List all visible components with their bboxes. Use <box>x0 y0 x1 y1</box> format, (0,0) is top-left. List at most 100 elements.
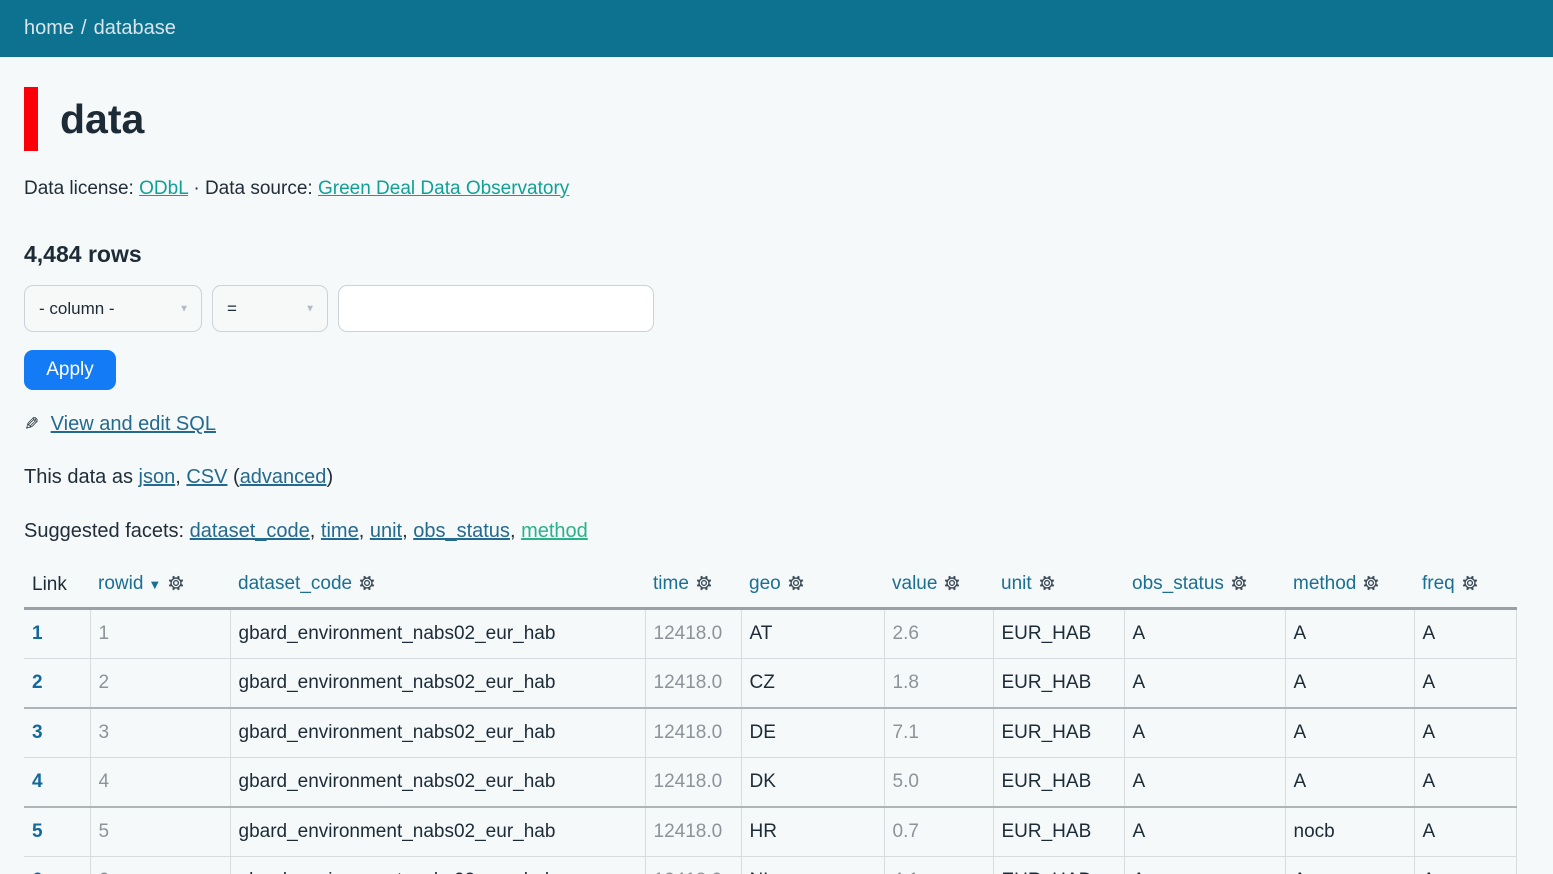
column-header-link-geo[interactable]: geo <box>749 573 781 594</box>
cell-link: 2 <box>24 658 91 709</box>
row-link[interactable]: 2 <box>32 672 43 693</box>
column-header-link: Link <box>24 568 90 610</box>
column-cog-icon[interactable] <box>1363 575 1379 597</box>
page-title: data <box>24 87 1529 151</box>
row-link[interactable]: 5 <box>32 821 43 842</box>
export-paren-open: ( <box>227 466 240 488</box>
chevron-down-icon: ▼ <box>305 303 315 314</box>
column-header-link-obs_status[interactable]: obs_status <box>1132 573 1224 594</box>
column-cog-icon[interactable] <box>1039 575 1055 597</box>
column-header-unit: unit <box>993 568 1124 610</box>
column-select[interactable]: - column - ▼ <box>24 285 202 332</box>
column-cog-icon[interactable] <box>696 575 712 597</box>
column-header-link-unit[interactable]: unit <box>1001 573 1032 594</box>
column-cog-icon[interactable] <box>944 575 960 597</box>
column-cog-icon[interactable] <box>1231 575 1247 597</box>
facet-link-time[interactable]: time <box>321 520 359 542</box>
cell-obs_status: A <box>1124 856 1286 874</box>
cell-freq: A <box>1414 708 1517 758</box>
breadcrumb-home[interactable]: home <box>24 17 74 40</box>
cell-dataset_code: gbard_environment_nabs02_eur_hab <box>230 708 646 758</box>
cell-value: 2.6 <box>884 608 994 659</box>
cell-freq: A <box>1414 608 1517 659</box>
pencil-icon: ✎ <box>24 414 40 434</box>
cell-unit: EUR_HAB <box>993 856 1125 874</box>
table-row: 5 5 gbard_environment_nabs02_eur_hab 12418.… <box>24 807 1517 857</box>
cell-geo: AT <box>741 608 885 659</box>
cell-link: 3 <box>24 708 91 758</box>
column-cog-icon[interactable] <box>168 575 184 597</box>
export-json-link[interactable]: json <box>139 466 176 488</box>
export-advanced-link[interactable]: advanced <box>240 466 327 488</box>
column-header-link-rowid[interactable]: rowid <box>98 573 143 594</box>
facets-prefix: Suggested facets: <box>24 520 190 542</box>
cell-value: 5.0 <box>884 757 994 808</box>
cell-unit: EUR_HAB <box>993 658 1125 709</box>
cell-dataset_code: gbard_environment_nabs02_eur_hab <box>230 757 646 808</box>
cell-unit: EUR_HAB <box>993 807 1125 857</box>
row-count: 4,484 rows <box>24 241 142 267</box>
license-link[interactable]: ODbL <box>139 178 188 199</box>
row-link[interactable]: 1 <box>32 623 43 644</box>
cell-value: 4.1 <box>884 856 994 874</box>
export-csv-link[interactable]: CSV <box>186 466 227 488</box>
column-header-link-value[interactable]: value <box>892 573 937 594</box>
row-link[interactable]: 6 <box>32 870 43 874</box>
column-select-value: - column - <box>39 298 115 318</box>
table-row: 4 4 gbard_environment_nabs02_eur_hab 12418.… <box>24 757 1517 808</box>
cell-obs_status: A <box>1124 708 1286 758</box>
meta-dot: · <box>193 178 200 199</box>
export-separator: , <box>175 466 187 488</box>
cell-time: 12418.0 <box>645 856 742 874</box>
cell-freq: A <box>1414 807 1517 857</box>
cell-unit: EUR_HAB <box>993 757 1125 808</box>
cell-dataset_code: gbard_environment_nabs02_eur_hab <box>230 856 646 874</box>
cell-unit: EUR_HAB <box>993 608 1125 659</box>
facet-link-unit[interactable]: unit <box>370 520 402 542</box>
column-header-link-freq[interactable]: freq <box>1422 573 1455 594</box>
cell-rowid: 4 <box>90 757 231 808</box>
column-header-link-time[interactable]: time <box>653 573 689 594</box>
table-row: 2 2 gbard_environment_nabs02_eur_hab 12418.… <box>24 658 1517 709</box>
facet-link-obs_status[interactable]: obs_status <box>413 520 510 542</box>
cell-time: 12418.0 <box>645 608 742 659</box>
column-cog-icon[interactable] <box>1462 575 1478 597</box>
facet-link-dataset_code[interactable]: dataset_code <box>190 520 310 542</box>
cell-obs_status: A <box>1124 757 1286 808</box>
breadcrumb-database[interactable]: database <box>94 17 176 40</box>
source-link[interactable]: Green Deal Data Observatory <box>318 178 569 199</box>
breadcrumb-separator: / <box>81 17 87 39</box>
row-link[interactable]: 3 <box>32 722 43 743</box>
cell-method: A <box>1285 658 1415 709</box>
cell-freq: A <box>1414 856 1517 874</box>
cell-freq: A <box>1414 658 1517 709</box>
facet-link-method[interactable]: method <box>521 520 588 542</box>
filter-value-input[interactable] <box>338 285 654 332</box>
column-header-obs_status: obs_status <box>1124 568 1285 610</box>
column-header-link-dataset_code[interactable]: dataset_code <box>238 573 352 594</box>
cell-rowid: 5 <box>90 807 231 857</box>
cell-link: 1 <box>24 608 91 659</box>
column-cog-icon[interactable] <box>788 575 804 597</box>
apply-button[interactable]: Apply <box>24 350 116 390</box>
cell-time: 12418.0 <box>645 708 742 758</box>
column-header-rowid: rowid ▼ <box>90 568 230 610</box>
suggested-facets: Suggested facets: dataset_code, time, un… <box>24 520 588 542</box>
cell-link: 4 <box>24 757 91 808</box>
cell-method: A <box>1285 608 1415 659</box>
cell-dataset_code: gbard_environment_nabs02_eur_hab <box>230 658 646 709</box>
source-label: Data source: <box>204 178 313 199</box>
view-edit-sql-link[interactable]: View and edit SQL <box>51 413 216 435</box>
column-header-link-method[interactable]: method <box>1293 573 1356 594</box>
column-header-value: value <box>884 568 993 610</box>
cell-obs_status: A <box>1124 658 1286 709</box>
results-table: Link rowid ▼ dataset_code time geo value u… <box>24 568 1517 874</box>
cell-dataset_code: gbard_environment_nabs02_eur_hab <box>230 807 646 857</box>
row-link[interactable]: 4 <box>32 771 43 792</box>
cell-value: 1.8 <box>884 658 994 709</box>
cell-method: nocb <box>1285 807 1415 857</box>
operator-select[interactable]: = ▼ <box>212 285 328 332</box>
cell-method: A <box>1285 708 1415 758</box>
column-header-geo: geo <box>741 568 884 610</box>
column-cog-icon[interactable] <box>359 575 375 597</box>
